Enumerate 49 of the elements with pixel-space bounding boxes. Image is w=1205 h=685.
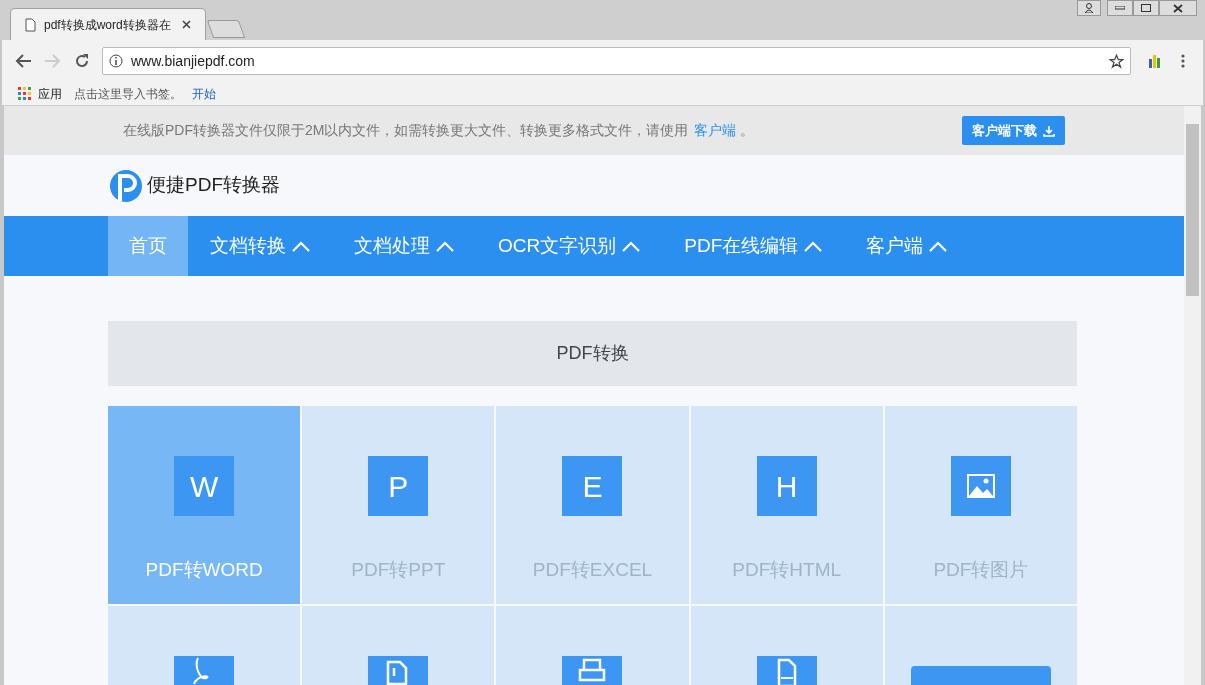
address-bar[interactable]: www.bianjiepdf.com [102,47,1131,75]
logo-icon[interactable] [109,168,143,203]
bookmark-link[interactable]: 开始 [192,84,216,103]
bookmark-hint: 点击这里导入书签。 [74,85,182,103]
scrollbar-thumb[interactable] [1186,124,1199,296]
close-icon [1173,3,1183,13]
notice-text: 在线版PDF转换器文件仅限于2M以内文件，如需转换更大文件、转换更多格式文件，请使用 [123,121,689,140]
section-title: PDF转换 [556,342,629,365]
new-tab-button[interactable] [206,20,246,38]
document-icon [25,17,36,32]
image-icon [950,456,1011,516]
tool-card[interactable]: W PDF转WORD [108,406,301,604]
maximize-button[interactable] [1133,0,1159,16]
download-client-button[interactable]: 客户端下载 [962,116,1065,145]
letter-icon: H [756,456,817,516]
info-icon[interactable] [109,54,123,68]
document-icon [756,656,817,685]
nav-item[interactable]: 客户端 [844,216,970,276]
url-text: www.bianjiepdf.com [131,51,256,71]
close-window-button[interactable] [1159,0,1197,16]
user-icon[interactable] [1077,0,1101,16]
notice-punctuation: 。 [740,121,755,140]
download-icon [1043,124,1055,137]
nav-item[interactable]: 文档处理 [332,216,476,276]
bookmark-star-icon[interactable] [1109,53,1124,69]
nav-item[interactable]: 首页 [108,216,188,276]
logo-text[interactable]: 便捷PDF转换器 [147,171,280,200]
printer-icon [562,656,623,685]
letter-icon: W [174,456,235,516]
letter-icon: P [368,456,429,516]
back-icon[interactable] [14,53,32,69]
browser-tab[interactable]: pdf转换成word转换器在 [10,8,206,40]
minimize-icon [1115,6,1125,10]
apps-link[interactable]: 应用 [38,84,62,103]
apps-icon[interactable] [18,87,31,100]
tool-label: PDF转WORD [145,558,263,582]
document-icon [368,656,429,685]
maximize-icon [1141,4,1151,12]
scrollbar[interactable] [1184,106,1201,685]
extension-icon[interactable] [1147,54,1163,68]
nav-item[interactable]: PDF在线编辑 [662,216,845,276]
letter-icon: E [562,456,623,516]
client-link[interactable]: 客户端 [694,120,737,141]
nav-item[interactable]: 文档转换 [188,216,332,276]
nav-item[interactable]: OCR文字识别 [476,216,663,276]
close-icon[interactable] [182,20,191,29]
tab-title: pdf转换成word转换器在 [44,16,172,34]
menu-icon[interactable] [1181,54,1185,68]
reload-icon[interactable] [74,53,90,69]
